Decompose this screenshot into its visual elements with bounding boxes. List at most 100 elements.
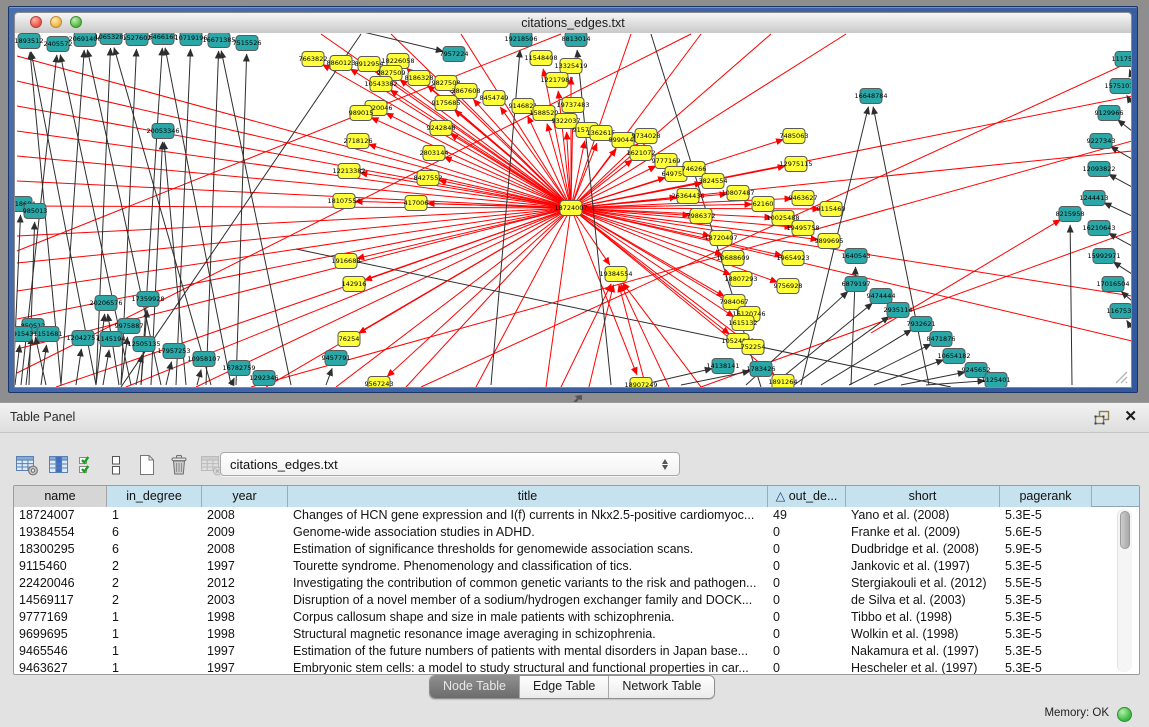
graph-node[interactable]: 1615132: [729, 316, 758, 331]
graph-node[interactable]: 20053346: [146, 124, 179, 139]
graph-node[interactable]: 8471876: [927, 332, 956, 347]
table-cell[interactable]: 9463627: [14, 660, 107, 675]
table-cell[interactable]: 5.6E-5: [1000, 524, 1092, 541]
table-cell[interactable]: 5.3E-5: [1000, 558, 1092, 575]
table-row[interactable]: 1938455462009Genome-wide association stu…: [14, 524, 1139, 541]
graph-node[interactable]: 985013: [23, 204, 48, 219]
table-cell[interactable]: 0: [768, 575, 846, 592]
graph-node[interactable]: 10688609: [716, 251, 749, 266]
table-cell[interactable]: 2: [107, 592, 202, 609]
table-cell[interactable]: 0: [768, 592, 846, 609]
graph-node[interactable]: 1527602: [123, 33, 152, 46]
graph-node[interactable]: 10807487: [721, 186, 754, 201]
table-cell[interactable]: 2008: [202, 541, 288, 558]
graph-node[interactable]: 18107554: [327, 194, 360, 209]
table-cell[interactable]: Wolkin et al. (1998): [846, 626, 1000, 643]
table-select[interactable]: citations_edges.txt: [220, 452, 680, 476]
graph-node[interactable]: 8860123: [327, 56, 356, 71]
graph-node[interactable]: 10654182: [937, 349, 970, 364]
table-cell[interactable]: 0: [768, 558, 846, 575]
table-cell[interactable]: Structural magnetic resonance image aver…: [288, 626, 768, 643]
table-cell[interactable]: Stergiakouli et al. (2012): [846, 575, 1000, 592]
table-cell[interactable]: Hescheler et al. (1997): [846, 660, 1000, 675]
graph-node[interactable]: 3824554: [699, 174, 728, 189]
graph-node[interactable]: 9734028: [632, 129, 661, 144]
table-cell[interactable]: Embryonic stem cells: a model to study s…: [288, 660, 768, 675]
table-cell[interactable]: Tibbo et al. (1998): [846, 609, 1000, 626]
graph-node[interactable]: 9474444: [867, 289, 896, 304]
table-cell[interactable]: Estimation of the future numbers of pati…: [288, 643, 768, 660]
graph-node[interactable]: 8454749: [480, 91, 509, 106]
table-cell[interactable]: 1: [107, 643, 202, 660]
graph-node[interactable]: 7932621: [907, 317, 936, 332]
graph-node[interactable]: 1151681: [34, 327, 63, 342]
graph-node[interactable]: 19737483: [556, 98, 589, 113]
graph-node[interactable]: 76254: [338, 332, 360, 347]
graph-node[interactable]: 8215958: [1056, 207, 1085, 222]
graph-node[interactable]: 11548408: [524, 51, 557, 66]
network-window-titlebar[interactable]: citations_edges.txt: [14, 12, 1132, 33]
graph-node[interactable]: 9175685: [432, 96, 461, 111]
graph-node[interactable]: 7515526: [233, 36, 262, 51]
graph-node[interactable]: 7986372: [687, 209, 716, 224]
graph-node[interactable]: 10958107: [187, 352, 220, 367]
table-cell[interactable]: 1: [107, 660, 202, 675]
table-cell[interactable]: 2003: [202, 592, 288, 609]
graph-node[interactable]: 2935114: [884, 303, 913, 318]
graph-node[interactable]: 142916: [342, 277, 367, 292]
graph-node[interactable]: 9115460: [817, 202, 846, 217]
table-cell[interactable]: Yano et al. (2008): [846, 507, 1000, 524]
graph-node[interactable]: 2718126: [344, 134, 373, 149]
graph-node[interactable]: 8186328: [405, 71, 434, 86]
graph-node[interactable]: 17359928: [131, 292, 164, 307]
float-window-icon[interactable]: [1094, 410, 1110, 425]
table-cell[interactable]: Genome-wide association studies in ADHD.: [288, 524, 768, 541]
graph-node[interactable]: 1783426: [747, 362, 776, 377]
graph-node[interactable]: 9756928: [774, 279, 803, 294]
table-cell[interactable]: 0: [768, 643, 846, 660]
graph-node[interactable]: 989015: [349, 106, 374, 121]
table-row[interactable]: 977716911998Corpus callosum shape and si…: [14, 609, 1139, 626]
delete-table-icon[interactable]: [166, 452, 192, 478]
graph-node[interactable]: 17016504: [1096, 277, 1129, 292]
table-cell[interactable]: 1997: [202, 558, 288, 575]
graph-node[interactable]: 12975115: [779, 157, 812, 172]
close-panel-icon[interactable]: ✕: [1124, 409, 1137, 425]
graph-node[interactable]: 19384554: [599, 267, 632, 282]
graph-node[interactable]: 1893512: [15, 34, 43, 49]
table-cell[interactable]: 5.5E-5: [1000, 575, 1092, 592]
graph-node[interactable]: 14138141: [706, 359, 739, 374]
tab-network-table[interactable]: Network Table: [608, 676, 714, 698]
graph-node[interactable]: 17957253: [157, 344, 190, 359]
column-header-title[interactable]: title: [288, 486, 768, 507]
graph-node[interactable]: 1640543: [842, 249, 871, 264]
new-table-icon[interactable]: [134, 452, 160, 478]
table-row[interactable]: 2242004622012Investigating the contribut…: [14, 575, 1139, 592]
table-cell[interactable]: 2008: [202, 507, 288, 524]
table-cell[interactable]: Dudbridge et al. (2008): [846, 541, 1000, 558]
graph-node[interactable]: 20206576: [89, 296, 122, 311]
graph-node[interactable]: 7957224: [440, 47, 469, 62]
table-row[interactable]: 1830029562008Estimation of significance …: [14, 541, 1139, 558]
graph-node[interactable]: 9227343: [1087, 134, 1116, 149]
scrollbar-thumb[interactable]: [1120, 511, 1130, 549]
graph-node[interactable]: 1916688: [332, 254, 361, 269]
column-header-pagerank[interactable]: pagerank: [1000, 486, 1092, 507]
table-cell[interactable]: 5.3E-5: [1000, 507, 1092, 524]
table-cell[interactable]: 18300295: [14, 541, 107, 558]
graph-node[interactable]: 19218506: [504, 33, 537, 47]
table-cell[interactable]: Franke et al. (2009): [846, 524, 1000, 541]
table-cell[interactable]: Jankovic et al. (1997): [846, 558, 1000, 575]
graph-node[interactable]: 1125401: [982, 373, 1011, 388]
table-row[interactable]: 911546021997Tourette syndrome. Phenomeno…: [14, 558, 1139, 575]
graph-node[interactable]: 752254: [741, 340, 766, 355]
table-cell[interactable]: Corpus callosum shape and size in male p…: [288, 609, 768, 626]
graph-node[interactable]: 8427552: [414, 171, 443, 186]
vertical-scrollbar[interactable]: [1117, 509, 1132, 672]
table-cell[interactable]: 2012: [202, 575, 288, 592]
network-canvas[interactable]: 1872400718935122405572206914061065328715…: [14, 33, 1132, 388]
table-cell[interactable]: 1997: [202, 643, 288, 660]
column-header-short[interactable]: short: [846, 486, 1000, 507]
table-cell[interactable]: 14569117: [14, 592, 107, 609]
table-row[interactable]: 1456911722003Disruption of a novel membe…: [14, 592, 1139, 609]
